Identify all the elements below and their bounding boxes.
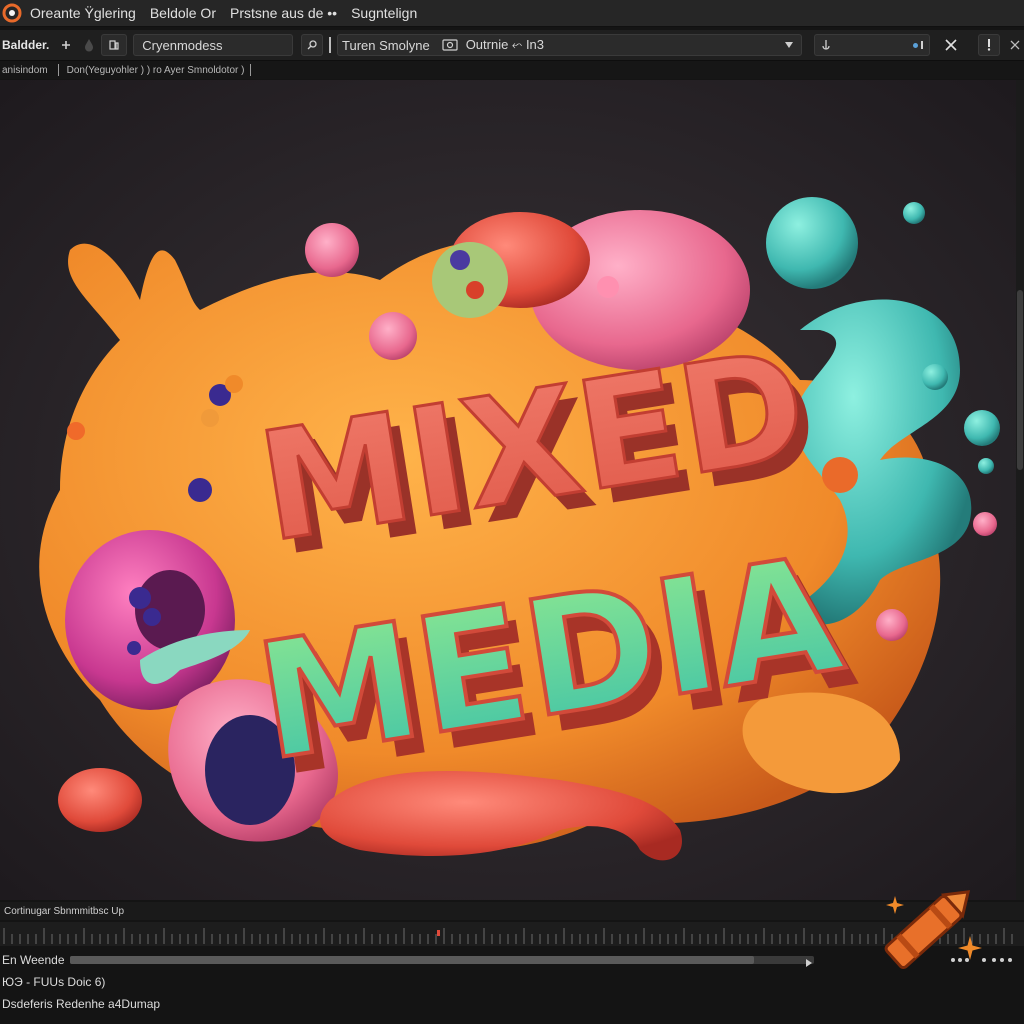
title-bar: Oreante Ÿglering Beldole Or Prstsne aus … [0, 0, 1024, 27]
menu-item-4[interactable]: Sugntelign [351, 5, 417, 21]
drop-icon[interactable] [81, 34, 97, 56]
subbar-mid[interactable]: Don(Yeguyohler ) ) ro Ayer Smnoldotor ) [67, 65, 245, 76]
timeline-row-label-1: En Weende [2, 953, 65, 967]
alert-icon[interactable] [978, 34, 1001, 56]
scrollbar-thumb[interactable] [1017, 290, 1023, 470]
more-icon[interactable] [1006, 34, 1024, 56]
menu-item-3[interactable]: Prstsne aus de •• [230, 5, 337, 21]
preset-field[interactable]: Cryenmodess [133, 34, 294, 56]
sparkle-icon-2 [958, 936, 982, 965]
subbar-divider [57, 64, 59, 76]
chevron-down-icon[interactable] [785, 42, 794, 48]
app-logo-icon[interactable] [2, 3, 22, 23]
crayon-icon [868, 868, 988, 988]
link-icon[interactable] [301, 34, 324, 56]
menu-item-1[interactable]: Oreante Ÿglering [30, 5, 136, 21]
toolbar-label: Baldder. [2, 38, 50, 52]
timeline-row-label-2: ЮЭ - FUUs Doic 6) [2, 975, 106, 989]
timeline-progress-track[interactable] [70, 956, 814, 964]
artwork-illustration: MIXED MIXED MEDIA MEDIA [0, 80, 1016, 900]
artwork-canvas[interactable]: MIXED MIXED MEDIA MEDIA [0, 80, 1016, 900]
menu-item-2[interactable]: Beldole Or [150, 5, 216, 21]
timeline-row-3[interactable]: Dsdeferis Redenhe a4Dumap [0, 994, 1024, 1014]
subbar-divider-2 [250, 64, 252, 76]
anchor-icon [821, 39, 831, 51]
canvas-scrollbar[interactable] [1016, 80, 1024, 900]
image-icon[interactable] [442, 39, 458, 51]
playhead-marker [437, 930, 440, 936]
name-field: Turen Smolyne [342, 37, 430, 53]
toolbar: Baldder. Cryenmodess Turen Smolyne Outrn… [0, 30, 1024, 61]
layers-icon[interactable] [101, 34, 128, 56]
name-dropdown[interactable]: Turen Smolyne Outrnie ⬿ In3 [337, 34, 803, 56]
anchor-field[interactable] [814, 34, 931, 56]
subbar-left[interactable]: anisindom [2, 65, 48, 76]
timeline-row-label-3: Dsdeferis Redenhe a4Dumap [2, 997, 161, 1011]
timeline-progress-fill [70, 956, 755, 964]
sub-toolbar: anisindom Don(Yeguyohler ) ) ro Ayer Smn… [0, 61, 1024, 79]
mode-dropdown-value: Outrnie ⬿ In3 [465, 37, 545, 52]
toolbar-divider [329, 37, 332, 53]
close-icon[interactable] [940, 34, 962, 56]
chevron-right-icon[interactable] [806, 956, 812, 970]
anchor-dots [913, 41, 924, 49]
plus-icon[interactable] [59, 34, 73, 56]
sparkle-icon [886, 896, 904, 919]
